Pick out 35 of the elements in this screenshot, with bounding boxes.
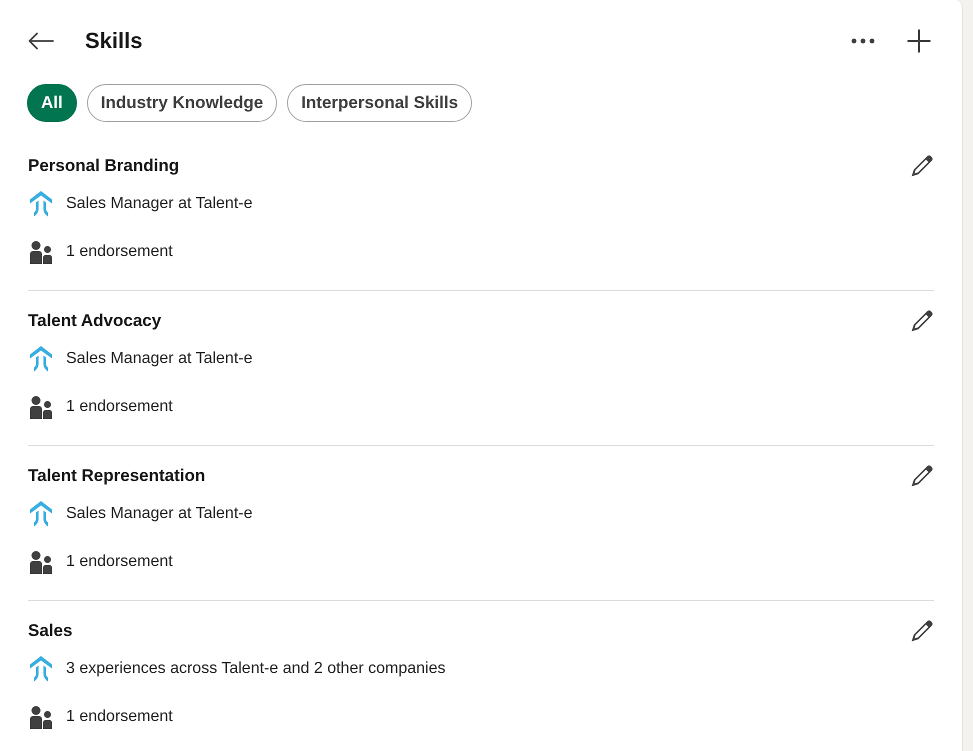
endorsement-count: 1 endorsement <box>66 242 173 262</box>
edit-button[interactable] <box>910 464 934 488</box>
company-logo-icon <box>29 500 53 528</box>
people-icon <box>29 240 53 264</box>
skill-name: Personal Branding <box>28 155 180 177</box>
people-icon <box>29 395 53 419</box>
pencil-icon <box>910 619 934 643</box>
filter-chip[interactable]: Interpersonal Skills <box>287 84 472 122</box>
company-logo-icon <box>29 190 53 218</box>
edit-button[interactable] <box>910 619 934 643</box>
pencil-icon <box>910 154 934 178</box>
company-logo-icon <box>29 345 53 373</box>
pencil-icon <box>910 464 934 488</box>
skill-name: Talent Representation <box>28 465 206 487</box>
experience-text: 3 experiences across Talent-e and 2 other companies <box>66 659 446 679</box>
experience-text: Sales Manager at Talent-e <box>66 504 252 524</box>
experience-text: Sales Manager at Talent-e <box>66 349 252 369</box>
experience-text: Sales Manager at Talent-e <box>66 194 252 214</box>
people-icon <box>29 550 53 574</box>
skill-name: Sales <box>28 620 72 642</box>
more-icon <box>851 38 875 44</box>
filter-chip[interactable]: All <box>27 84 77 122</box>
filter-chip[interactable]: Industry Knowledge <box>86 84 278 122</box>
company-logo-icon <box>29 655 53 683</box>
edit-button[interactable] <box>910 154 934 178</box>
skill-name: Talent Advocacy <box>28 310 162 332</box>
endorsement-count: 1 endorsement <box>66 397 173 417</box>
back-arrow-icon <box>28 32 54 50</box>
endorsement-count: 1 endorsement <box>66 707 173 727</box>
pencil-icon <box>910 309 934 333</box>
edit-button[interactable] <box>910 309 934 333</box>
people-icon <box>29 705 53 729</box>
endorsement-count: 1 endorsement <box>66 552 173 572</box>
add-icon <box>907 29 931 53</box>
page-title: Skills <box>85 27 142 55</box>
